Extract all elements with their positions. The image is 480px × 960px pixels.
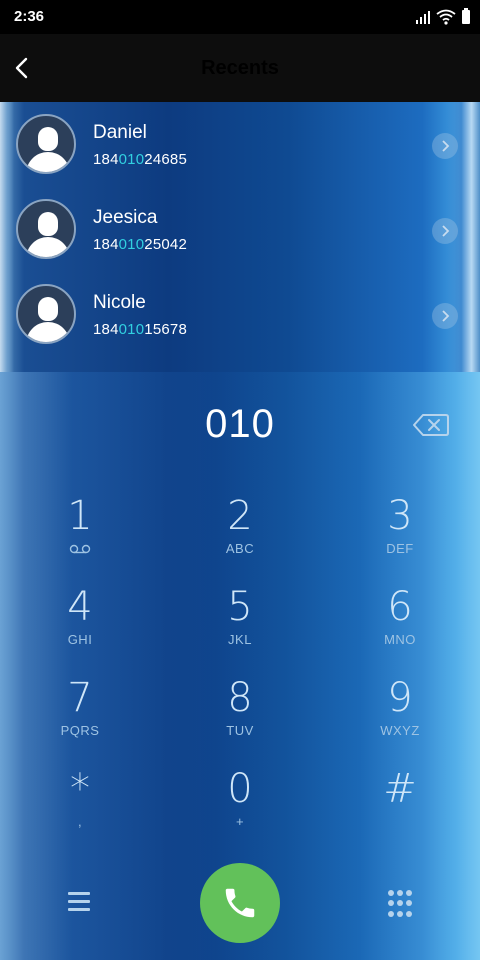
key-9[interactable]: 9 WXYZ xyxy=(340,676,460,762)
backspace-button[interactable] xyxy=(412,412,450,438)
contact-name: Jeesica xyxy=(93,207,158,228)
signal-icon xyxy=(416,10,430,24)
dialed-number-display: 010 xyxy=(205,402,275,446)
status-icons xyxy=(416,8,470,26)
key-4[interactable]: 4 GHI xyxy=(20,585,140,671)
avatar xyxy=(16,284,76,344)
key-0[interactable]: 0 + xyxy=(180,767,300,853)
key-3[interactable]: 3 DEF xyxy=(340,494,460,580)
dialpad-panel: 010 1 2 ABC 3 DEF 4 GHI 5 JKL 6 MNO 7 PQ… xyxy=(0,372,480,960)
avatar xyxy=(16,114,76,174)
menu-icon xyxy=(68,892,92,911)
contact-row[interactable]: Nicole 18401015678 xyxy=(0,272,480,357)
contact-number: 18401015678 xyxy=(93,321,187,338)
chevron-right-icon xyxy=(442,225,450,237)
chevron-right-icon xyxy=(442,140,450,152)
chevron-right-icon xyxy=(442,310,450,322)
contact-name: Nicole xyxy=(93,292,146,313)
key-hash[interactable]: # xyxy=(340,767,460,853)
contact-row[interactable]: Daniel 18401024685 xyxy=(0,102,480,187)
status-time: 2:36 xyxy=(14,8,45,25)
battery-icon xyxy=(462,8,470,24)
contact-name: Daniel xyxy=(93,122,147,143)
call-button[interactable] xyxy=(200,863,280,943)
contact-details-button[interactable] xyxy=(432,303,458,329)
recents-contact-list: Daniel 18401024685 Jeesica 18401025042 N… xyxy=(0,102,480,372)
key-7[interactable]: 7 PQRS xyxy=(20,676,140,762)
key-1[interactable]: 1 xyxy=(20,494,140,580)
key-2[interactable]: 2 ABC xyxy=(180,494,300,580)
contact-number: 18401025042 xyxy=(93,236,187,253)
menu-button[interactable] xyxy=(68,892,92,912)
contact-details-button[interactable] xyxy=(432,218,458,244)
contact-details-button[interactable] xyxy=(432,133,458,159)
voicemail-icon xyxy=(69,544,91,554)
key-6[interactable]: 6 MNO xyxy=(340,585,460,671)
app-bar: Recents xyxy=(0,34,480,102)
avatar xyxy=(16,199,76,259)
dialer-bottom-bar xyxy=(0,848,480,960)
wifi-icon xyxy=(436,9,456,25)
key-8[interactable]: 8 TUV xyxy=(180,676,300,762)
key-star[interactable]: * , xyxy=(20,767,140,853)
page-title: Recents xyxy=(201,57,279,79)
backspace-icon xyxy=(413,414,449,436)
status-bar: 2:36 xyxy=(0,0,480,34)
dialpad-toggle-button[interactable] xyxy=(388,890,412,918)
contact-number: 18401024685 xyxy=(93,151,187,168)
contact-row[interactable]: Jeesica 18401025042 xyxy=(0,187,480,272)
key-5[interactable]: 5 JKL xyxy=(180,585,300,671)
phone-icon xyxy=(225,888,255,918)
